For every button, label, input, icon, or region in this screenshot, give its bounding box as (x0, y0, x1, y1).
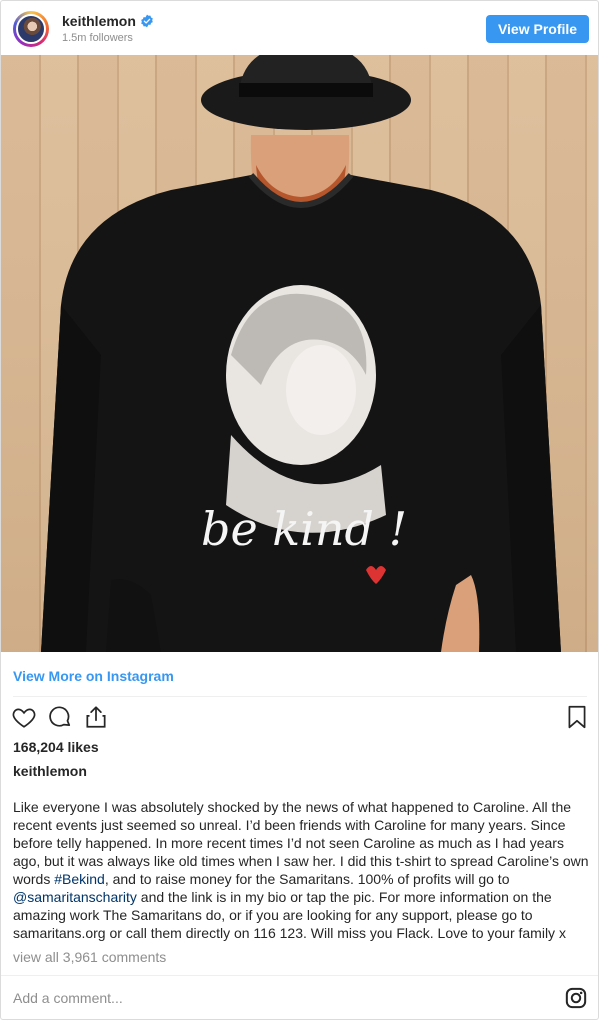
add-comment-input[interactable]: Add a comment... (13, 990, 123, 1006)
heart-icon[interactable] (11, 704, 37, 730)
verified-badge-icon (141, 14, 153, 28)
comment-icon[interactable] (47, 704, 73, 730)
follower-count: 1.5m followers (62, 32, 133, 44)
divider (13, 696, 587, 697)
caption-text-part2: , and to raise money for the Samaritans.… (104, 871, 510, 887)
avatar-image (16, 14, 46, 44)
post-photo-illustration: be kind ! (1, 55, 598, 652)
print-text: be kind ! (201, 502, 407, 556)
username-link[interactable]: keithlemon (62, 13, 136, 29)
mention-link[interactable]: @samaritanscharity (13, 889, 137, 905)
like-count[interactable]: 168,204 likes (13, 739, 99, 755)
hashtag-link[interactable]: #Bekind (54, 871, 105, 887)
post-header: keithlemon 1.5m followers View Profile (1, 1, 598, 55)
divider (1, 975, 598, 976)
share-icon[interactable] (83, 704, 109, 730)
instagram-embed-card: keithlemon 1.5m followers View Profile b… (0, 0, 599, 1020)
post-image[interactable]: be kind ! (1, 55, 598, 652)
instagram-logo-icon[interactable] (565, 987, 587, 1009)
caption-username[interactable]: keithlemon (13, 763, 87, 779)
view-profile-button[interactable]: View Profile (486, 15, 589, 43)
view-more-link[interactable]: View More on Instagram (13, 668, 174, 684)
avatar[interactable] (13, 11, 49, 47)
bookmark-icon[interactable] (564, 704, 590, 730)
view-comments-link[interactable]: view all 3,961 comments (13, 949, 166, 965)
post-caption: Like everyone I was absolutely shocked b… (13, 798, 589, 942)
